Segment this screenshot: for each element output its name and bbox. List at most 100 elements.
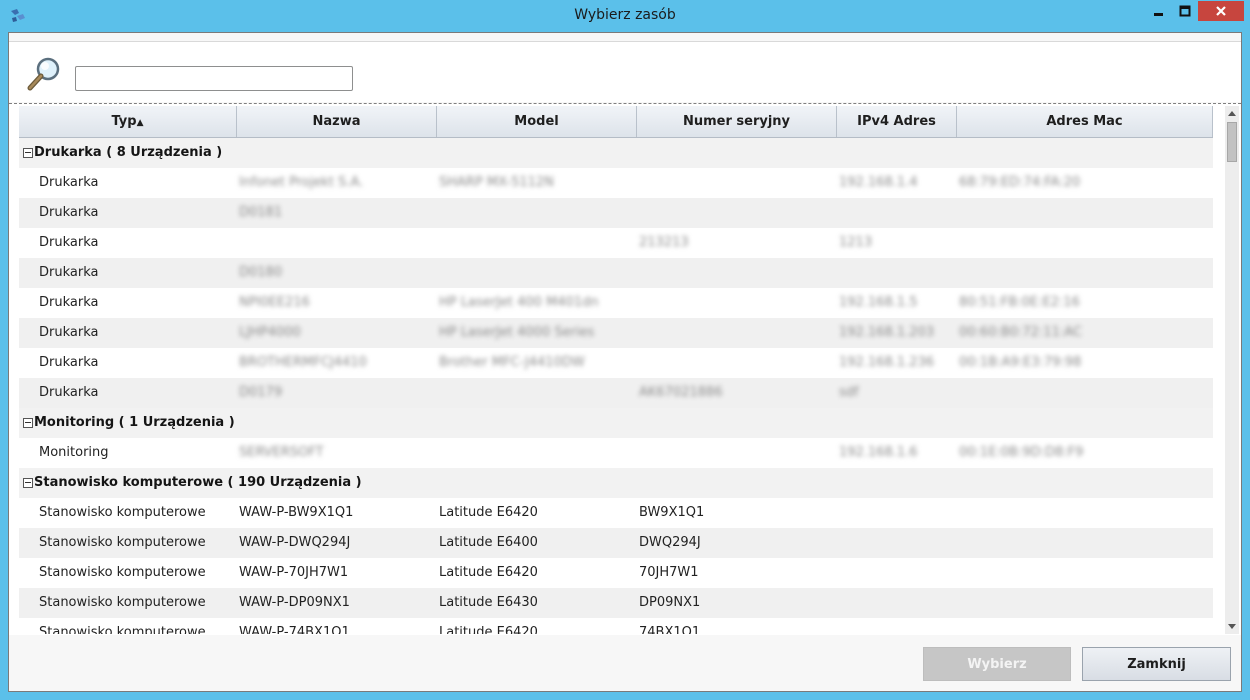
cell-model: Latitude E6430 (439, 595, 538, 610)
group-label: Drukarka ( 8 Urządzenia ) (34, 145, 223, 160)
sort-ascending-icon: ▲ (136, 118, 144, 128)
column-header-model[interactable]: Model (437, 106, 637, 137)
chevron-down-icon (1228, 624, 1236, 629)
cell-serial: DP09NX1 (639, 595, 701, 610)
cell-nazwa: WAW-P-70JH7W1 (239, 565, 349, 580)
table-row[interactable]: Monitoring SERVERSOFT 192.168.1.6 00:1E:0B:… (19, 438, 1213, 468)
minimize-button[interactable] (1146, 1, 1172, 21)
cell-typ: Stanowisko komputerowe (39, 505, 206, 520)
column-header-label: Nazwa (312, 114, 361, 129)
search-toolbar (9, 41, 1241, 102)
close-button[interactable]: Zamknij (1082, 647, 1231, 681)
cell-model: Latitude E6420 (439, 625, 538, 634)
table-row[interactable]: Stanowisko komputerowe WAW-P-DP09NX1 Latit… (19, 588, 1213, 618)
table-row[interactable]: Stanowisko komputerowe WAW-P-BW9X1Q1 Latit… (19, 498, 1213, 528)
window-title: Wybierz zasób (574, 7, 676, 23)
cell-nazwa: BROTHERMFCJ4410 (239, 355, 367, 370)
column-header-label: Numer seryjny (682, 114, 791, 129)
close-window-button[interactable] (1198, 1, 1244, 21)
cell-typ: Drukarka (39, 295, 99, 310)
cell-typ: Drukarka (39, 385, 99, 400)
cell-typ: Stanowisko komputerowe (39, 565, 206, 580)
cell-mac: 00:1E:0B:9D:D8:F9 (959, 445, 1084, 460)
group-row[interactable]: Stanowisko komputerowe ( 190 Urządzenia … (19, 468, 1213, 498)
column-header-label: Model (514, 114, 559, 129)
cell-model: HP LaserJet 4000 Series (439, 325, 595, 340)
vertical-scrollbar[interactable] (1225, 106, 1239, 634)
collapse-icon[interactable] (23, 148, 33, 158)
cell-nazwa: NPI0EE216 (239, 295, 310, 310)
cell-ipv4: 192.168.1.4 (839, 175, 918, 190)
close-icon (1216, 6, 1226, 16)
column-header-typ[interactable]: Typ▲ (19, 106, 237, 137)
cell-serial: 213213 (639, 235, 689, 250)
table-row[interactable]: Stanowisko komputerowe WAW-P-70JH7W1 Latit… (19, 558, 1213, 588)
resource-grid-frame: Typ▲ Nazwa Model Numer seryjny IPv4 Adre… (9, 103, 1241, 637)
cell-typ: Drukarka (39, 325, 99, 340)
table-row[interactable]: Drukarka BROTHERMFCJ4410 Brother MFC-J4410… (19, 348, 1213, 378)
cell-nazwa: WAW-P-74BX1Q1 (239, 625, 350, 634)
cell-typ: Drukarka (39, 205, 99, 220)
maximize-button[interactable] (1172, 1, 1198, 21)
cell-typ: Monitoring (39, 445, 109, 460)
table-row[interactable]: Drukarka D0179 AK67021886 sdf (19, 378, 1213, 408)
dialog-content: Typ▲ Nazwa Model Numer seryjny IPv4 Adre… (8, 32, 1242, 692)
cell-nazwa: LJHP4000 (239, 325, 301, 340)
cell-nazwa: WAW-P-DP09NX1 (239, 595, 350, 610)
magnifier-icon (27, 57, 60, 91)
scroll-down-button[interactable] (1225, 620, 1239, 634)
chevron-up-icon (1228, 111, 1236, 116)
column-header-ipv4[interactable]: IPv4 Adres (837, 106, 957, 137)
resource-grid: Typ▲ Nazwa Model Numer seryjny IPv4 Adre… (19, 106, 1213, 634)
search-input[interactable] (75, 66, 353, 91)
table-row[interactable]: Stanowisko komputerowe WAW-P-74BX1Q1 Latit… (19, 618, 1213, 634)
table-row[interactable]: Drukarka D0180 (19, 258, 1213, 288)
grid-header: Typ▲ Nazwa Model Numer seryjny IPv4 Adre… (19, 106, 1213, 138)
cell-typ: Drukarka (39, 265, 99, 280)
group-row[interactable]: Monitoring ( 1 Urządzenia ) (19, 408, 1213, 438)
column-header-label: Adres Mac (1046, 114, 1123, 129)
cell-nazwa: D0180 (239, 265, 283, 280)
cell-nazwa: WAW-P-BW9X1Q1 (239, 505, 354, 520)
cell-serial: 74BX1Q1 (639, 625, 701, 634)
scrollbar-thumb[interactable] (1227, 122, 1237, 162)
table-row[interactable]: Drukarka D0181 (19, 198, 1213, 228)
scroll-up-button[interactable] (1225, 106, 1239, 120)
cell-typ: Drukarka (39, 355, 99, 370)
cell-model: Latitude E6420 (439, 565, 538, 580)
column-header-nazwa[interactable]: Nazwa (237, 106, 437, 137)
dialog-window: Wybierz zasób Typ▲ Nazwa Model Numer ser… (0, 0, 1250, 700)
cell-mac: 68:79:ED:74:FA:20 (959, 175, 1081, 190)
cell-serial: DWQ294J (639, 535, 701, 550)
collapse-icon[interactable] (23, 418, 33, 428)
cell-mac: 80:51:FB:0E:E2:16 (959, 295, 1080, 310)
dialog-footer: Wybierz Zamknij (9, 635, 1241, 691)
cell-model: HP LaserJet 400 M401dn (439, 295, 599, 310)
column-header-label: IPv4 Adres (857, 114, 936, 129)
group-label: Monitoring ( 1 Urządzenia ) (34, 415, 235, 430)
cell-ipv4: sdf (839, 385, 859, 400)
cell-nazwa: SERVERSOFT (239, 445, 324, 460)
table-row[interactable]: Drukarka Infonet Projekt S.A. SHARP MX-511… (19, 168, 1213, 198)
cell-mac: 00:60:B0:72:11:AC (959, 325, 1082, 340)
cell-typ: Stanowisko komputerowe (39, 625, 206, 634)
column-header-mac[interactable]: Adres Mac (957, 106, 1213, 137)
cell-nazwa: WAW-P-DWQ294J (239, 535, 351, 550)
cell-ipv4: 192.168.1.236 (839, 355, 935, 370)
cell-model: Brother MFC-J4410DW (439, 355, 585, 370)
maximize-icon (1179, 5, 1191, 17)
title-bar[interactable]: Wybierz zasób (0, 0, 1250, 32)
collapse-icon[interactable] (23, 478, 33, 488)
cell-typ: Stanowisko komputerowe (39, 535, 206, 550)
select-button[interactable]: Wybierz (923, 647, 1071, 681)
group-row[interactable]: Drukarka ( 8 Urządzenia ) (19, 138, 1213, 168)
table-row[interactable]: Drukarka 213213 1213 (19, 228, 1213, 258)
table-row[interactable]: Drukarka NPI0EE216 HP LaserJet 400 M401dn 1… (19, 288, 1213, 318)
cell-typ: Stanowisko komputerowe (39, 595, 206, 610)
table-row[interactable]: Stanowisko komputerowe WAW-P-DWQ294J Latit… (19, 528, 1213, 558)
cell-model: SHARP MX-5112N (439, 175, 554, 190)
table-row[interactable]: Drukarka LJHP4000 HP LaserJet 4000 Series 1… (19, 318, 1213, 348)
group-label: Stanowisko komputerowe ( 190 Urządzenia … (34, 475, 362, 490)
column-header-numer-seryjny[interactable]: Numer seryjny (637, 106, 837, 137)
cell-serial: 70JH7W1 (639, 565, 699, 580)
